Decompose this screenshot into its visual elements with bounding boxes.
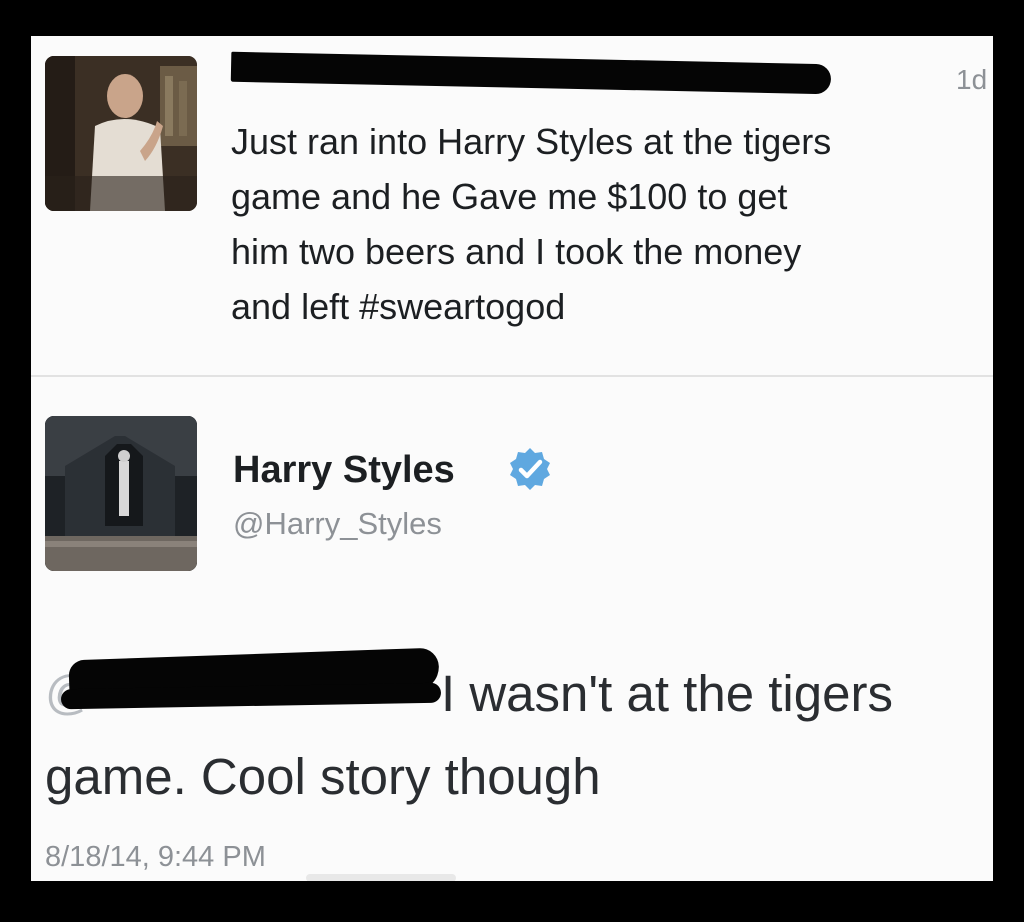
avatar[interactable] (45, 56, 197, 211)
timestamp[interactable]: 8/18/14, 9:44 PM (45, 841, 266, 874)
reply-text: I wasn't at the tigers game. Cool story … (45, 665, 893, 805)
verified-badge-icon (510, 448, 550, 490)
user-handle[interactable]: @Harry_Styles (233, 506, 442, 542)
screenshot-frame: 1d Just ran into Harry Styles at the tig… (31, 36, 993, 881)
avatar-photo (45, 416, 197, 571)
reply-text-block: I wasn't at the tigers game. Cool story … (45, 652, 993, 818)
avatar-photo (45, 56, 197, 211)
tweet-card[interactable]: 1d Just ran into Harry Styles at the tig… (31, 36, 993, 376)
scroll-indicator (306, 874, 456, 881)
tweet-age: 1d (956, 64, 988, 95)
display-name[interactable]: Harry Styles (233, 449, 455, 492)
redacted-username (230, 51, 832, 95)
avatar[interactable] (45, 416, 197, 571)
tweet-text: Just ran into Harry Styles at the tigers… (231, 121, 832, 327)
divider (31, 375, 993, 377)
